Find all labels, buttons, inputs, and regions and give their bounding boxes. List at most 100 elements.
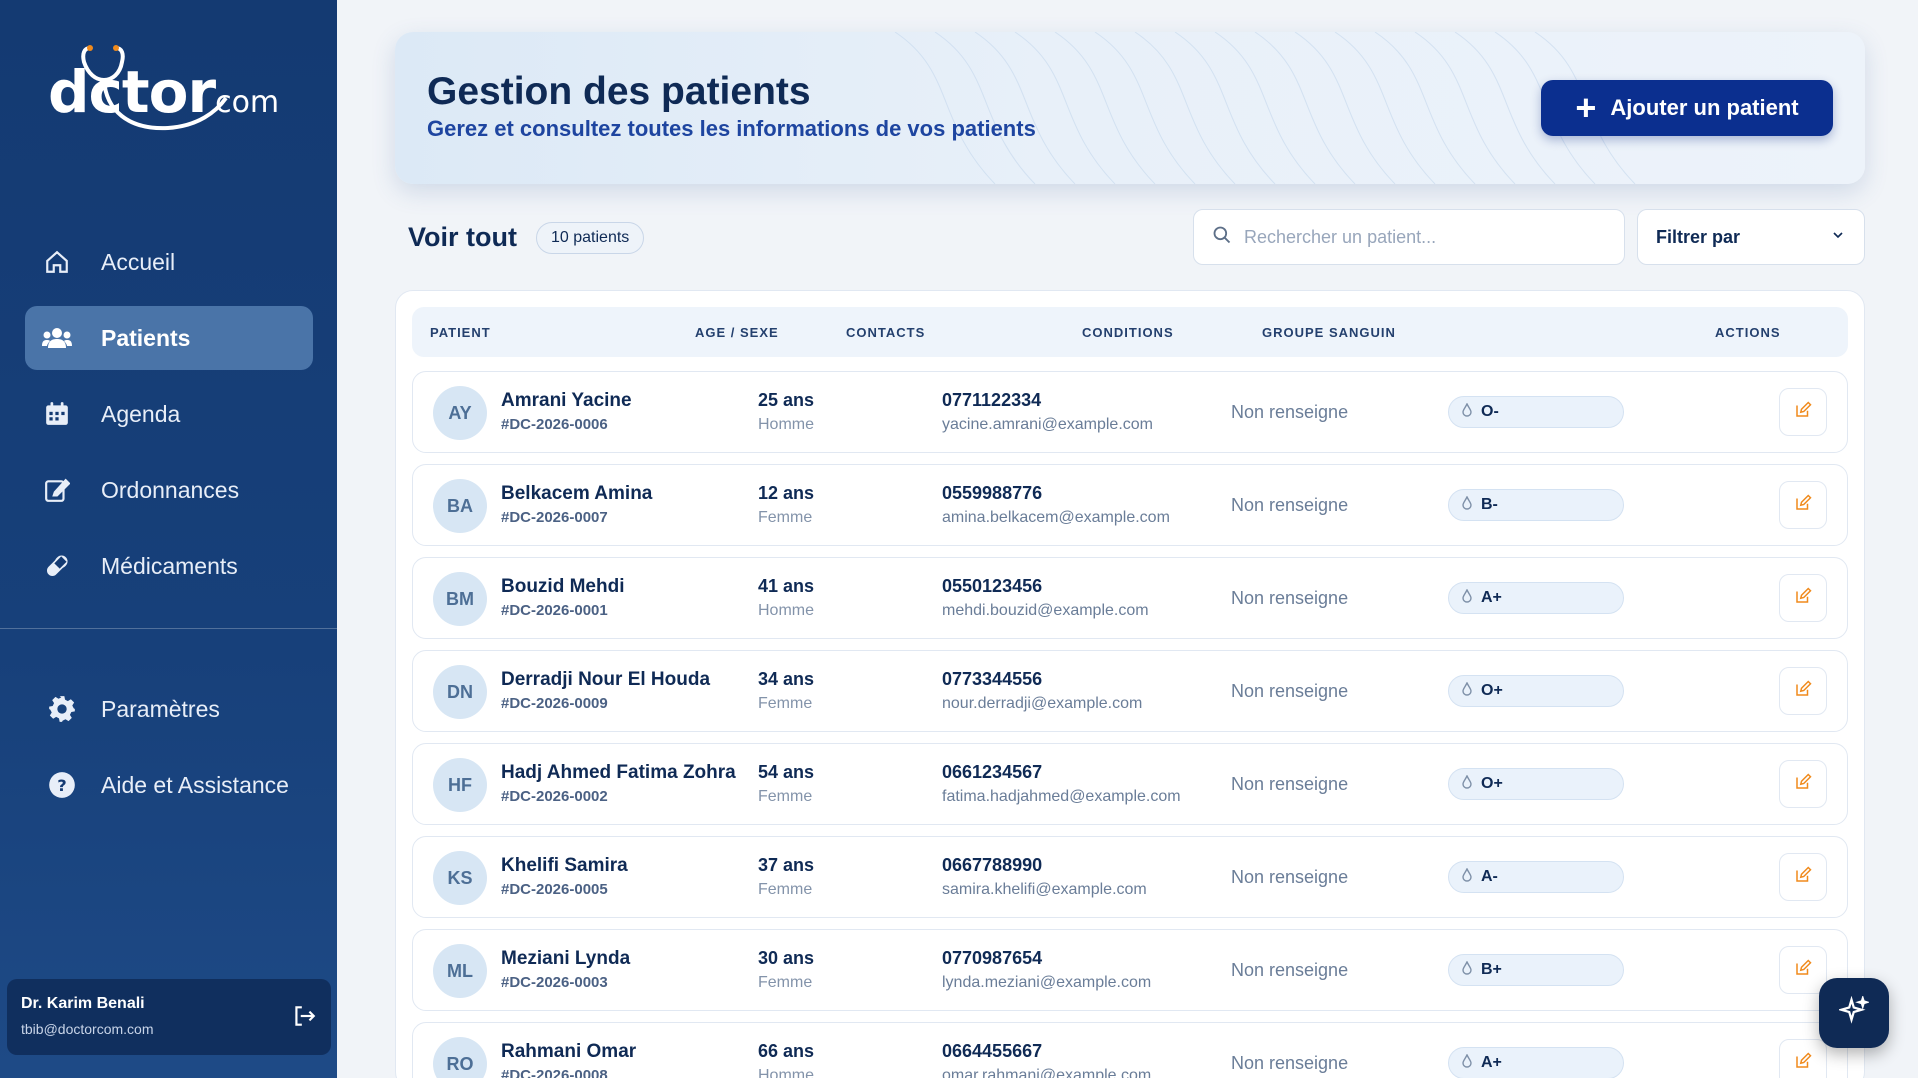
sidebar-item-agenda[interactable]: Agenda [25,382,313,446]
sidebar-item-label: Paramètres [101,695,220,722]
user-name: Dr. Karim Benali [21,995,145,1012]
search-input[interactable] [1244,226,1604,248]
table-body: AY Amrani Yacine #DC-2026-0006 25 ans Ho… [412,371,1848,1078]
search-box[interactable] [1193,209,1625,265]
avatar: AY [433,386,487,440]
edit-icon [1794,679,1812,703]
patient-name[interactable]: Hadj Ahmed Fatima Zohra [501,762,736,784]
patient-age: 12 ans [758,483,815,503]
sidebar-item-accueil[interactable]: Accueil [25,230,313,294]
patient-condition: Non renseigne [1231,774,1349,794]
sidebar-item-patients[interactable]: Patients [25,306,313,370]
edit-icon [1794,493,1812,517]
table-row[interactable]: ML Meziani Lynda #DC-2026-0003 30 ans Fe… [412,929,1848,1011]
patient-email: nour.derradji@example.com [942,695,1143,712]
edit-button[interactable] [1779,481,1827,529]
add-patient-label: Ajouter un patient [1610,95,1799,120]
drop-icon [1461,1052,1473,1073]
sidebar-item-medicaments[interactable]: Médicaments [25,534,313,598]
filter-dropdown[interactable]: Filtrer par [1637,209,1865,265]
blood-group-badge: B- [1448,489,1624,521]
column-header-contacts: CONTACTS [846,325,926,340]
logout-icon[interactable] [291,1003,317,1034]
patient-name[interactable]: Belkacem Amina [501,483,652,505]
doctorcom-logo[interactable]: dctorcom [48,40,298,150]
table-row[interactable]: KS Khelifi Samira #DC-2026-0005 37 ans F… [412,836,1848,918]
table-row[interactable]: BA Belkacem Amina #DC-2026-0007 12 ans F… [412,464,1848,546]
page-title: Gestion des patients [427,70,811,113]
avatar: HF [433,758,487,812]
patient-sex: Femme [758,788,813,805]
drop-icon [1461,494,1473,515]
gear-icon [47,694,77,724]
section-title: Voir tout [408,222,517,252]
edit-doc-icon [42,475,72,505]
table-row[interactable]: HF Hadj Ahmed Fatima Zohra #DC-2026-0002… [412,743,1848,825]
sidebar-item-label: Médicaments [101,552,238,579]
patient-phone: 0550123456 [942,576,1043,596]
plus-icon: + [1575,87,1597,128]
edit-button[interactable] [1779,388,1827,436]
users-icon [42,323,72,353]
patient-name[interactable]: Amrani Yacine [501,390,632,412]
blood-group-value: O+ [1481,682,1503,699]
patient-age: 41 ans [758,576,815,596]
patient-age: 37 ans [758,855,815,875]
main-nav: Accueil Patients Agenda Ordonnances Médi… [25,230,313,610]
avatar: DN [433,665,487,719]
sidebar-item-ordonnances[interactable]: Ordonnances [25,458,313,522]
patient-phone: 0661234567 [942,762,1043,782]
svg-text:?: ? [57,776,66,795]
blood-group-badge: O- [1448,396,1624,428]
blood-group-value: A+ [1481,589,1502,606]
patient-name[interactable]: Meziani Lynda [501,948,630,970]
edit-button[interactable] [1779,1039,1827,1078]
patient-sex: Homme [758,1067,815,1078]
table-row[interactable]: AY Amrani Yacine #DC-2026-0006 25 ans Ho… [412,371,1848,453]
add-patient-button[interactable]: + Ajouter un patient [1541,80,1833,136]
table-row[interactable]: DN Derradji Nour El Houda #DC-2026-0009 … [412,650,1848,732]
patient-id: #DC-2026-0003 [501,974,608,991]
patient-age: 66 ans [758,1041,815,1061]
patient-name[interactable]: Derradji Nour El Houda [501,669,710,691]
drop-icon [1461,680,1473,701]
drop-icon [1461,587,1473,608]
edit-button[interactable] [1779,667,1827,715]
sidebar-item-label: Ordonnances [101,476,240,503]
sidebar-item-label: Aide et Assistance [101,771,289,798]
avatar: RO [433,1037,487,1078]
column-header-conditions: CONDITIONS [1082,325,1174,340]
sidebar-item-parametres[interactable]: Paramètres [32,677,320,741]
table-row[interactable]: RO Rahmani Omar #DC-2026-0008 66 ans Hom… [412,1022,1848,1078]
table-row[interactable]: BM Bouzid Mehdi #DC-2026-0001 41 ans Hom… [412,557,1848,639]
patient-email: amina.belkacem@example.com [942,509,1170,526]
table-header: PATIENT AGE / SEXE CONTACTS CONDITIONS G… [412,307,1848,357]
home-icon [42,247,72,277]
patient-condition: Non renseigne [1231,867,1349,887]
patient-name[interactable]: Khelifi Samira [501,855,628,877]
patient-name[interactable]: Rahmani Omar [501,1041,636,1063]
ai-assistant-button[interactable] [1819,978,1889,1048]
patient-email: fatima.hadjahmed@example.com [942,788,1181,805]
column-header-blood-group: GROUPE SANGUIN [1262,325,1396,340]
column-header-age-sex: AGE / SEXE [695,325,779,340]
patient-condition: Non renseigne [1231,495,1349,515]
patient-phone: 0667788990 [942,855,1043,875]
edit-button[interactable] [1779,760,1827,808]
sidebar-item-aide[interactable]: ? Aide et Assistance [32,753,320,817]
search-icon [1212,225,1232,250]
patient-id: #DC-2026-0008 [501,1067,608,1078]
edit-button[interactable] [1779,853,1827,901]
blood-group-badge: O+ [1448,675,1624,707]
secondary-nav: Paramètres ? Aide et Assistance [32,677,320,829]
patient-sex: Homme [758,416,815,433]
patient-sex: Femme [758,881,813,898]
calendar-icon [42,399,72,429]
edit-button[interactable] [1779,574,1827,622]
patient-email: yacine.amrani@example.com [942,416,1153,433]
column-header-patient: PATIENT [430,325,491,340]
edit-icon [1794,1051,1812,1075]
edit-button[interactable] [1779,946,1827,994]
patient-name[interactable]: Bouzid Mehdi [501,576,624,598]
drop-icon [1461,959,1473,980]
